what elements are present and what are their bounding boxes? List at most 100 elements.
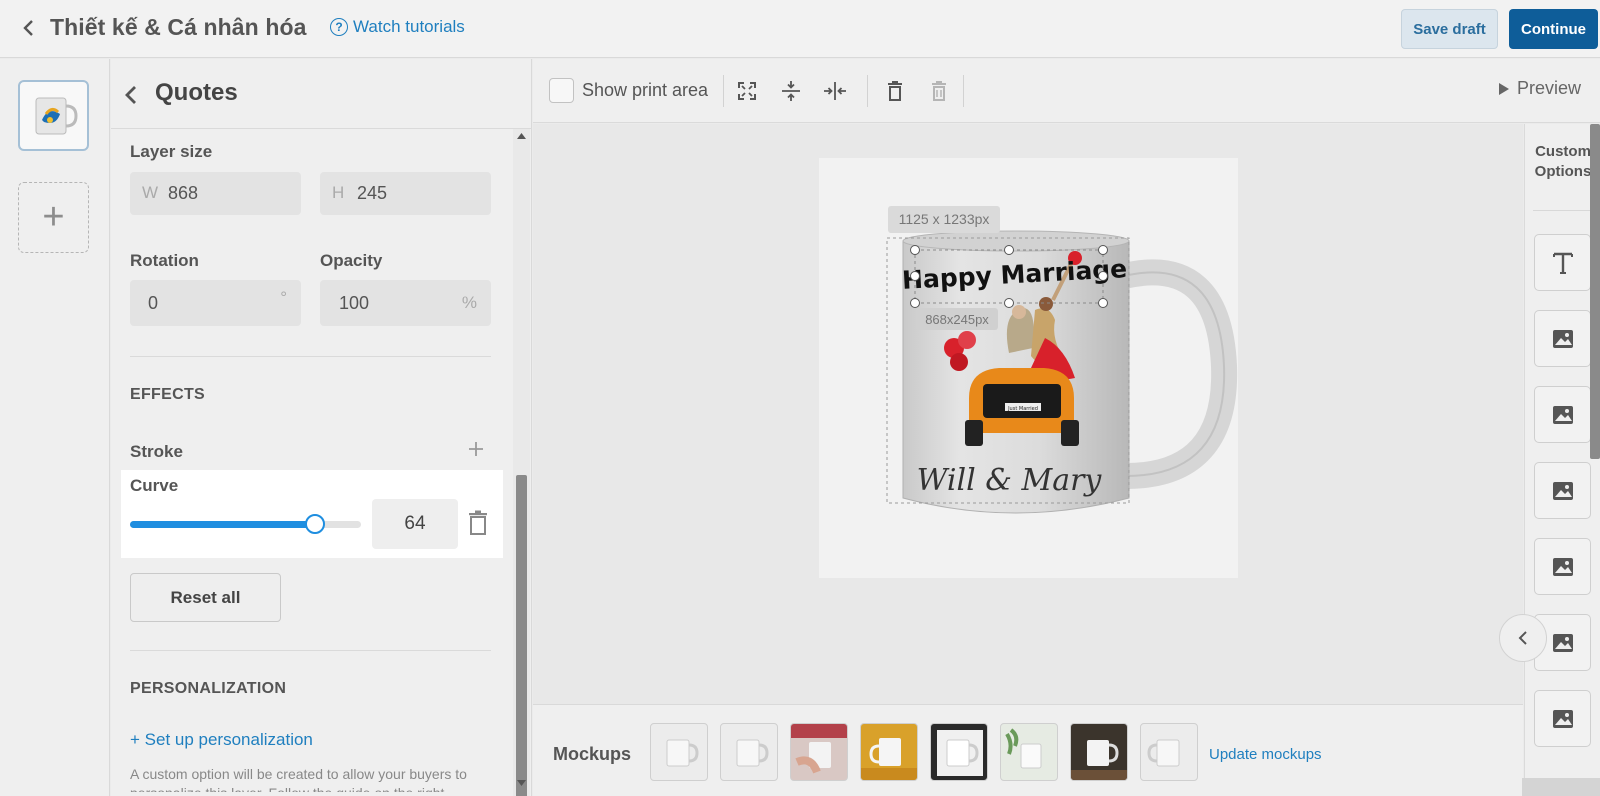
opacity-label: Opacity — [320, 251, 383, 270]
preview-button[interactable]: Preview — [1499, 78, 1581, 99]
fit-icon — [738, 82, 756, 100]
trash-icon — [469, 510, 487, 535]
mug-thumbnail-image — [35, 97, 78, 134]
mockup-image — [1005, 728, 1042, 769]
curve-slider[interactable] — [130, 514, 361, 534]
fit-button[interactable] — [733, 77, 761, 105]
mockup-thumb[interactable] — [720, 723, 778, 781]
mockup-thumb[interactable] — [1070, 723, 1128, 781]
custom-options-rail: Custom Options — [1524, 124, 1600, 796]
scroll-up-arrow-icon[interactable] — [513, 133, 530, 145]
height-prefix: H — [332, 183, 345, 202]
show-print-area-checkbox[interactable] — [549, 78, 574, 103]
plus-icon: + — [42, 196, 65, 238]
play-icon — [1499, 82, 1509, 95]
rail-divider — [1533, 210, 1593, 211]
corner-block — [1522, 778, 1600, 796]
add-product-button[interactable]: + — [18, 182, 89, 253]
section-divider — [130, 650, 491, 651]
page-title: Thiết kế & Cá nhân hóa — [50, 14, 307, 40]
mockups-bar: Mockups Update mockups — [533, 704, 1523, 796]
mockup-image — [861, 738, 917, 780]
degree-unit: ° — [280, 288, 287, 307]
width-prefix: W — [142, 183, 159, 202]
personalization-help-text: A custom option will be created to allow… — [130, 766, 467, 792]
product-rail — [0, 59, 110, 796]
chevron-left-icon — [125, 86, 136, 104]
preview-label: Preview — [1517, 78, 1582, 98]
percent-unit: % — [461, 293, 477, 312]
save-draft-button[interactable]: Save draft — [1401, 9, 1498, 49]
scroll-thumb[interactable] — [516, 475, 527, 796]
product-thumbnail[interactable] — [18, 80, 89, 151]
scroll-down-arrow-icon[interactable] — [513, 780, 530, 792]
image-option-button[interactable] — [1534, 310, 1591, 367]
right-rail-scrollbar[interactable] — [1590, 124, 1600, 459]
panel-scrollbar[interactable] — [513, 129, 530, 796]
image-option-button[interactable] — [1534, 538, 1591, 595]
align-horizontal-center-button[interactable] — [821, 77, 849, 105]
rotation-label: Rotation — [130, 251, 199, 270]
setup-personalization-link[interactable]: + Set up personalization — [130, 730, 313, 750]
reset-all-button[interactable]: Reset all — [130, 573, 281, 622]
collapse-panel-button[interactable] — [1499, 614, 1547, 662]
panel-header: Quotes — [111, 59, 532, 129]
curve-control: Curve 64 — [121, 470, 503, 558]
image-option-button[interactable] — [1534, 690, 1591, 747]
artboard: Just Married Happy Marriage Will & Mary … — [819, 158, 1238, 578]
align-vertical-center-icon — [782, 81, 800, 101]
back-button[interactable] — [14, 14, 42, 42]
align-vertical-center-button[interactable] — [777, 77, 805, 105]
curve-delete-button[interactable] — [468, 510, 488, 536]
mockup-thumb[interactable] — [930, 723, 988, 781]
panel-title: Quotes — [155, 79, 238, 106]
trash-icon — [888, 81, 902, 101]
layer-size-label-canvas: 868x245px — [925, 312, 989, 327]
curve-value-input[interactable]: 64 — [372, 499, 458, 549]
custom-options-title: Custom Options — [1531, 142, 1595, 182]
image-icon — [1552, 633, 1573, 652]
mockup-thumb[interactable] — [1000, 723, 1058, 781]
image-option-button[interactable] — [1534, 462, 1591, 519]
update-mockups-link[interactable]: Update mockups — [1209, 746, 1322, 763]
mockup-thumb[interactable] — [790, 723, 848, 781]
mockup-thumb[interactable] — [1140, 723, 1198, 781]
mockup-thumb[interactable] — [650, 723, 708, 781]
stroke-label: Stroke — [130, 442, 183, 461]
panel-back-button[interactable] — [115, 79, 147, 111]
layer-width-field[interactable]: W 868 — [130, 172, 301, 215]
toolbar-divider — [963, 75, 964, 107]
help-text-wrap: A custom option will be created to allow… — [130, 765, 480, 792]
watch-tutorials-link[interactable]: ? Watch tutorials — [330, 17, 465, 37]
delete-all-button[interactable] — [925, 77, 953, 105]
canvas-toolbar: Show print area Preview — [533, 59, 1600, 123]
curve-slider-fill — [130, 521, 315, 528]
rotation-value: 0 — [148, 293, 159, 313]
curve-slider-handle[interactable] — [304, 514, 325, 534]
toolbar-divider — [867, 75, 868, 107]
delete-button[interactable] — [881, 77, 909, 105]
plus-icon — [469, 442, 483, 456]
mockup-thumb[interactable] — [860, 723, 918, 781]
custom-options-title-line1: Custom — [1535, 143, 1591, 160]
design-canvas[interactable]: Just Married Happy Marriage Will & Mary … — [533, 124, 1523, 704]
continue-button[interactable]: Continue — [1509, 9, 1598, 49]
layer-height-field[interactable]: H 245 — [320, 172, 491, 215]
mockup-image — [736, 739, 769, 767]
image-icon — [1552, 557, 1573, 576]
trash-disabled-icon — [932, 81, 946, 101]
layer-width-value: 868 — [168, 183, 199, 203]
image-option-button[interactable] — [1534, 386, 1591, 443]
top-header: Thiết kế & Cá nhân hóa ? Watch tutorials… — [0, 0, 1600, 58]
opacity-field[interactable]: 100 % — [320, 280, 491, 326]
mockup-image — [1071, 740, 1127, 780]
mockup-image — [666, 739, 699, 767]
text-option-button[interactable] — [1534, 234, 1591, 291]
add-stroke-button[interactable] — [467, 440, 485, 458]
mockups-label: Mockups — [553, 744, 632, 764]
section-divider — [130, 356, 491, 357]
chevron-left-icon — [1518, 631, 1527, 645]
image-icon — [1552, 405, 1573, 424]
image-icon — [1552, 481, 1573, 500]
rotation-field[interactable]: 0 ° — [130, 280, 301, 326]
